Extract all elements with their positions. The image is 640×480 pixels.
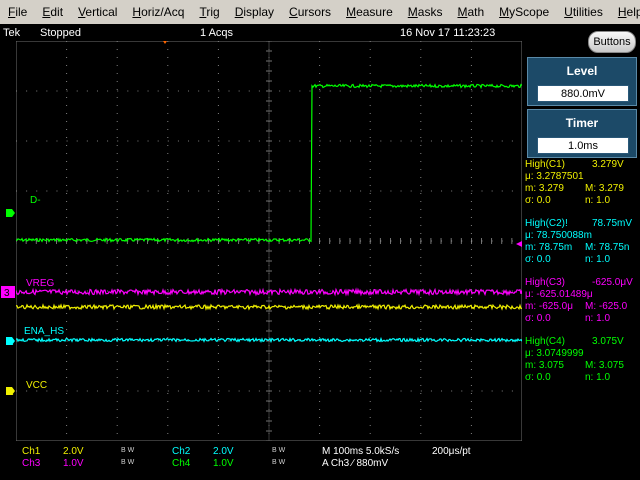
ch1-readout[interactable]: Ch1 (22, 446, 40, 457)
measurement-n: n: 1.0 (585, 254, 611, 265)
ch4-marker-label: 4 (8, 209, 14, 220)
trigger-readout[interactable]: A Ch3 ∕ 880mV (322, 458, 388, 469)
ch1-scale[interactable]: 2.0V (63, 446, 84, 457)
timer-title: Timer (565, 116, 599, 130)
measurement-label: High(C1) (525, 159, 566, 170)
ch3-readout[interactable]: Ch3 (22, 458, 40, 469)
measurement-n: n: 1.0 (585, 372, 611, 383)
ch2-marker-label: 2 (8, 337, 14, 348)
brand-label: Tek (3, 27, 21, 39)
ch4-readout[interactable]: Ch4 (172, 458, 190, 469)
ch4-scale[interactable]: 1.0V (213, 458, 234, 469)
ch1-bw-icon: B W (121, 447, 135, 454)
measurement-mu: μ: -625.01489μ (525, 289, 593, 300)
menu-display[interactable]: Display (227, 0, 281, 24)
level-title: Level (566, 64, 598, 78)
menu-help[interactable]: Help (610, 0, 640, 24)
measurement-block[interactable]: High(C1) 3.279V μ: 3.2787501 m: 3.279 M: 3.2… (523, 158, 640, 216)
menu-file[interactable]: File (0, 0, 34, 24)
ch3-marker-label: 3 (4, 288, 10, 299)
measurement-mu: μ: 3.0749999 (525, 348, 584, 359)
level-value-field[interactable]: 880.0mV (537, 85, 629, 102)
ch4-trace-label: D- (30, 195, 41, 206)
ch2-trace-label: ENA_HS (24, 326, 64, 337)
ch3-scale[interactable]: 1.0V (63, 458, 84, 469)
resolution-readout[interactable]: 200μs/pt (432, 446, 471, 457)
measurement-n: n: 1.0 (585, 195, 611, 206)
measurement-value: 78.75mV (592, 218, 633, 229)
menu-masks[interactable]: Masks (400, 0, 450, 24)
menu-cursors[interactable]: Cursors (281, 0, 338, 24)
measurement-m: M: 78.75n (585, 242, 630, 253)
measurement-sigma: σ: 0.0 (525, 313, 551, 324)
measurement-m: m: 3.075 (525, 360, 564, 371)
acquisition-state: Stopped (40, 27, 81, 39)
ch4-bw-icon: B W (272, 459, 286, 466)
ch2-bw-icon: B W (272, 447, 286, 454)
measurement-block[interactable]: High(C4) 3.075V μ: 3.0749999 m: 3.075 M: 3.0… (523, 335, 640, 393)
menu-myscope[interactable]: MyScope (491, 0, 556, 24)
date-time: 16 Nov 17 11:23:23 (400, 27, 496, 39)
menu-math[interactable]: Math (449, 0, 491, 24)
measurement-label: High(C2)! (525, 218, 568, 229)
measurement-m: M: 3.279 (585, 183, 624, 194)
measurement-m: M: -625.0 (585, 301, 628, 312)
menu-bar: File Edit Vertical Horiz/Acq Trig Display Curs… (0, 0, 640, 24)
level-control[interactable]: Level 880.0mV (527, 57, 637, 106)
acquisition-count: 1 Acqs (200, 27, 234, 39)
measurement-m: m: 78.75m (525, 242, 573, 253)
menu-horizacq[interactable]: Horiz/Acq (124, 0, 191, 24)
horizontal-readout[interactable]: M 100ms 5.0kS/s (322, 446, 399, 457)
menu-measure[interactable]: Measure (338, 0, 400, 24)
waveform-graticule[interactable]: D- VREG ENA_HS VCC (16, 41, 522, 441)
measurement-n: n: 1.0 (585, 313, 611, 324)
measurement-m: m: 3.279 (525, 183, 564, 194)
measurement-value: 3.075V (592, 336, 624, 347)
measurement-block[interactable]: High(C3) -625.0μV μ: -625.01489μ m: -625.0μ… (523, 276, 640, 334)
menu-vertical[interactable]: Vertical (70, 0, 124, 24)
readout-bar: Ch1 2.0V B W Ch2 2.0V B W Ch3 1.0V B W C… (0, 441, 640, 480)
ch1-marker-label: 1 (8, 387, 14, 398)
ch2-readout[interactable]: Ch2 (172, 446, 190, 457)
ch2-scale[interactable]: 2.0V (213, 446, 234, 457)
menu-utilities[interactable]: Utilities (556, 0, 610, 24)
measurement-sigma: σ: 0.0 (525, 372, 551, 383)
measurement-sigma: σ: 0.0 (525, 254, 551, 265)
channel-markers: 4 3 2 1 (1, 209, 15, 398)
measurement-block[interactable]: High(C2)! 78.75mV μ: 78.750088m m: 78.75m M:… (523, 217, 640, 275)
menu-trig[interactable]: Trig (191, 0, 226, 24)
measurement-sigma: σ: 0.0 (525, 195, 551, 206)
timer-control[interactable]: Timer 1.0ms (527, 109, 637, 158)
buttons-button[interactable]: Buttons (588, 31, 636, 53)
measurement-mu: μ: 3.2787501 (525, 171, 584, 182)
measurement-mu: μ: 78.750088m (525, 230, 592, 241)
measurement-label: High(C3) (525, 277, 566, 288)
measurement-m: M: 3.075 (585, 360, 624, 371)
measurement-label: High(C4) (525, 336, 566, 347)
timer-value-field[interactable]: 1.0ms (537, 137, 629, 154)
ch3-bw-icon: B W (121, 459, 135, 466)
measurement-value: 3.279V (592, 159, 624, 170)
menu-edit[interactable]: Edit (34, 0, 70, 24)
ch1-trace-label: VCC (26, 380, 47, 391)
measurement-m: m: -625.0μ (525, 301, 574, 312)
ch3-trace-label: VREG (26, 278, 55, 289)
measurement-value: -625.0μV (592, 277, 633, 288)
